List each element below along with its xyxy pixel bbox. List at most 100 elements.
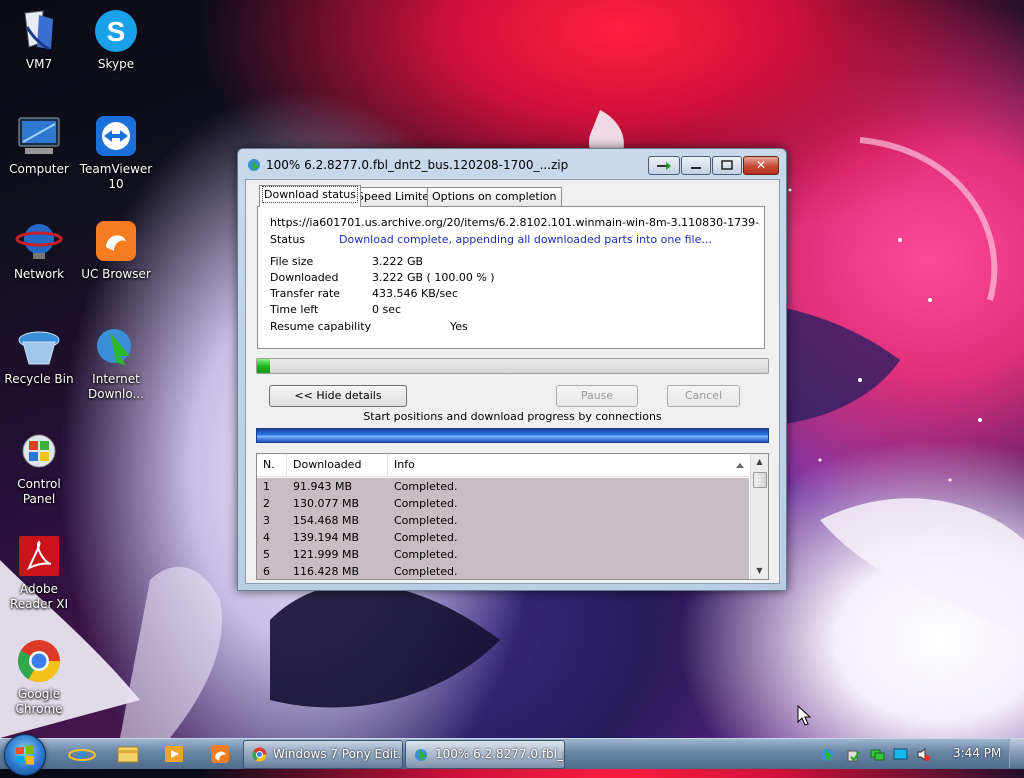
pause-button[interactable]: Pause	[556, 385, 638, 407]
cell-info: Completed.	[394, 497, 458, 510]
download-url: https://ia601701.us.archive.org/20/items…	[270, 216, 760, 229]
desktop-icon-recycle-bin[interactable]: Recycle Bin	[0, 322, 78, 387]
connections-list-header: N. Downloaded Info	[257, 454, 749, 477]
connections-list[interactable]: N. Downloaded Info 1 91.943 MB Completed. 2…	[256, 453, 769, 580]
table-row[interactable]: 3 154.468 MB Completed.	[257, 512, 749, 529]
file-size-row: File size 3.222 GB	[270, 255, 423, 268]
file-size-value: 3.222 GB	[372, 255, 424, 268]
start-button[interactable]	[4, 734, 46, 776]
column-header-downloaded[interactable]: Downloaded	[287, 454, 388, 476]
uc-browser-icon	[211, 745, 229, 763]
cell-downloaded: 121.999 MB	[293, 548, 360, 561]
close-icon: ✕	[755, 158, 767, 172]
control-panel-icon	[22, 434, 56, 468]
desktop-icon-teamviewer[interactable]: TeamViewer 10	[77, 112, 155, 192]
resume-value: Yes	[450, 320, 468, 333]
transfer-rate-row: Transfer rate 433.546 KB/sec	[270, 287, 458, 300]
skype-icon: S	[95, 10, 137, 52]
scroll-thumb[interactable]	[753, 472, 767, 488]
table-row[interactable]: 2 130.077 MB Completed.	[257, 495, 749, 512]
taskbar-pin-internet-explorer[interactable]: e	[62, 741, 102, 767]
desktop-icon-label: Network	[13, 267, 65, 281]
maximize-button[interactable]	[712, 156, 742, 175]
download-window[interactable]: 100% 6.2.8277.0.fbl_dnt2_bus.120208-1700…	[237, 148, 787, 591]
taskbar: e Windows 7 Pony Edit... 100% 6.2.8277.0…	[0, 734, 1024, 776]
taskbar-pin-media-player[interactable]	[154, 741, 194, 767]
connections-caption: Start positions and download progress by…	[363, 410, 662, 423]
tray-network-icon[interactable]	[870, 747, 885, 762]
taskbar-pin-uc-browser[interactable]	[200, 741, 240, 767]
desktop-icon-computer[interactable]: Computer	[0, 112, 78, 177]
desktop-icon-label: Adobe Reader XI	[9, 582, 69, 611]
resume-label: Resume capability	[270, 320, 372, 333]
window-client: Download status Speed Limiter Options on…	[245, 179, 780, 584]
table-row[interactable]: 5 121.999 MB Completed.	[257, 546, 749, 563]
tab-speed-limiter[interactable]: Speed Limiter	[352, 187, 439, 206]
desktop-icon-skype[interactable]: S Skype	[77, 7, 155, 72]
time-left-value: 0 sec	[372, 303, 402, 316]
show-desktop-button[interactable]	[1009, 739, 1024, 768]
desktop-icon-internet-download-manager[interactable]: Internet Downlo...	[77, 322, 155, 402]
status-value: Download complete, appending all downloa…	[339, 233, 712, 246]
cell-info: Completed.	[394, 548, 458, 561]
tab-options-on-completion[interactable]: Options on completion	[427, 187, 562, 206]
chrome-icon	[18, 640, 61, 683]
transfer-rate-label: Transfer rate	[270, 287, 341, 300]
internet-download-manager-icon	[97, 329, 131, 366]
svg-text:S: S	[107, 16, 126, 47]
idm-icon	[248, 159, 260, 171]
cell-info: Completed.	[394, 514, 458, 527]
scroll-up-arrow-icon[interactable]: ▲	[751, 454, 768, 470]
table-row[interactable]: 4 139.194 MB Completed.	[257, 529, 749, 546]
tray-action-center-icon[interactable]	[845, 747, 860, 762]
taskbar-task-idm[interactable]: 100% 6.2.8277.0.fbl_d...	[405, 740, 565, 769]
cancel-button[interactable]: Cancel	[667, 385, 740, 407]
taskbar-pin-explorer[interactable]	[108, 741, 148, 767]
column-header-info[interactable]: Info	[388, 454, 742, 476]
taskbar-task-chrome[interactable]: Windows 7 Pony Edit...	[243, 740, 403, 769]
tab-download-status[interactable]: Download status	[259, 185, 361, 207]
desktop-icon-control-panel[interactable]: Control Panel	[0, 427, 78, 507]
transfer-rate-value: 433.546 KB/sec	[372, 287, 458, 300]
cell-n: 3	[263, 514, 270, 527]
table-row[interactable]: 1 91.943 MB Completed.	[257, 478, 749, 495]
desktop-icon-adobe-reader[interactable]: Adobe Reader XI	[0, 532, 78, 612]
uc-browser-icon	[96, 221, 136, 261]
table-row[interactable]: 6 116.428 MB Completed.	[257, 563, 749, 579]
connections-list-scrollbar[interactable]: ▲ ▼	[750, 454, 768, 579]
tray-volume-icon[interactable]	[916, 747, 931, 762]
tray-idm-icon[interactable]	[820, 747, 835, 762]
time-left-label: Time left	[270, 303, 319, 316]
cell-info: Completed.	[394, 565, 458, 578]
resume-row: Resume capability Yes	[270, 320, 468, 333]
desktop-icon-google-chrome[interactable]: Google Chrome	[0, 637, 78, 717]
desktop-icon-network[interactable]: Network	[0, 217, 78, 282]
title-bar[interactable]: 100% 6.2.8277.0.fbl_dnt2_bus.120208-1700…	[238, 149, 786, 179]
tray-display-icon[interactable]	[893, 747, 908, 762]
desktop-icon-label: Skype	[97, 57, 135, 71]
time-left-row: Time left 0 sec	[270, 303, 401, 316]
minimize-icon	[691, 167, 701, 169]
folder-icon	[117, 746, 139, 763]
hide-details-button[interactable]: << Hide details	[269, 385, 407, 407]
minimize-to-tray-button[interactable]	[648, 156, 680, 175]
recycle-bin-icon	[18, 331, 60, 365]
status-label: Status	[270, 233, 306, 246]
desktop-icon-label: UC Browser	[81, 267, 151, 281]
file-size-label: File size	[270, 255, 314, 268]
desktop-icon-uc-browser[interactable]: UC Browser	[77, 217, 155, 282]
desktop-icon-vm7[interactable]: VM7	[0, 7, 78, 72]
column-header-n[interactable]: N.	[257, 454, 287, 476]
downloaded-value: 3.222 GB ( 100.00 % )	[372, 271, 495, 284]
close-button[interactable]: ✕	[743, 156, 779, 175]
idm-icon	[415, 749, 427, 761]
media-player-icon	[165, 746, 183, 762]
taskbar-clock[interactable]: 3:44 PM	[953, 746, 1001, 760]
green-arrow-icon	[657, 162, 671, 170]
scroll-down-arrow-icon[interactable]: ▼	[751, 563, 768, 579]
minimize-button[interactable]	[681, 156, 711, 175]
download-status-panel: https://ia601701.us.archive.org/20/items…	[257, 206, 765, 349]
mouse-cursor-icon	[797, 705, 811, 726]
cell-downloaded: 116.428 MB	[293, 565, 360, 578]
desktop-icon-label: Internet Downlo...	[88, 372, 144, 401]
